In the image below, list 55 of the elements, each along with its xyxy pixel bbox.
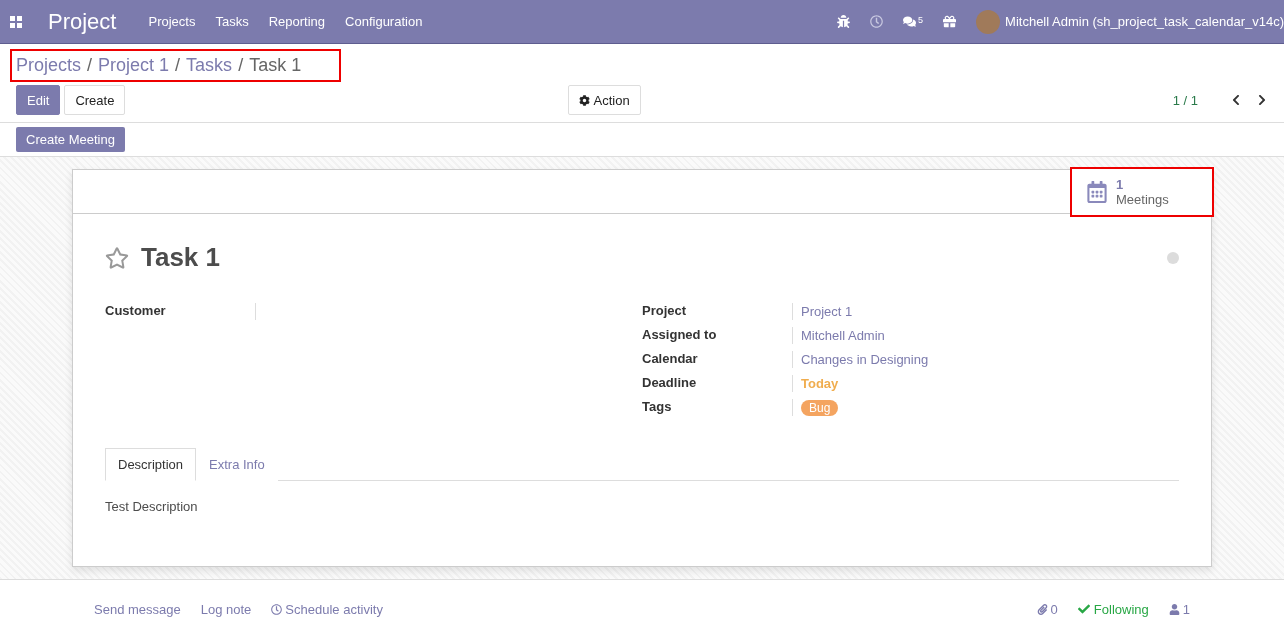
field-label: Customer: [105, 303, 167, 321]
log-note-link[interactable]: Log note: [200, 601, 252, 617]
meetings-button[interactable]: 1 Meetings: [1070, 167, 1214, 218]
deadline-value: Today: [801, 376, 839, 392]
breadcrumb-link[interactable]: Project 1: [98, 55, 170, 77]
send-message-link[interactable]: Send message: [94, 601, 181, 617]
field-label: Deadline: [642, 375, 698, 393]
apps-menu-icon[interactable]: [10, 15, 22, 28]
app-title: Project: [48, 8, 117, 35]
field-link[interactable]: Mitchell Admin: [801, 328, 885, 344]
pager-value: 1 / 1: [1172, 92, 1198, 108]
field-link[interactable]: Changes in Designing: [801, 352, 929, 368]
field-label: Assigned to: [642, 327, 718, 345]
create-button[interactable]: Create: [64, 85, 126, 116]
menu-item[interactable]: Projects: [148, 14, 196, 30]
clock-icon: [271, 603, 283, 615]
status-dot[interactable]: [1167, 251, 1179, 264]
followers-link[interactable]: 1: [1168, 601, 1190, 617]
meetings-count: 1: [1116, 177, 1124, 193]
previous-icon[interactable]: [1230, 94, 1242, 107]
breadcrumb-separator: /: [175, 55, 181, 77]
clock-icon[interactable]: [870, 15, 884, 29]
breadcrumb-link[interactable]: Tasks: [186, 55, 233, 77]
check-icon: [1077, 603, 1090, 616]
field-label: Project: [642, 303, 688, 321]
menu-item[interactable]: Tasks: [215, 14, 249, 30]
tab[interactable]: Description: [105, 448, 197, 482]
current-page-title: Task 1: [249, 55, 302, 77]
star-icon[interactable]: [105, 245, 129, 270]
user-icon: [1168, 603, 1180, 615]
menu-item[interactable]: Configuration: [345, 14, 423, 30]
menu-item[interactable]: Reporting: [268, 14, 326, 30]
description-text: Test Description: [105, 499, 199, 515]
following-link[interactable]: Following: [1077, 601, 1149, 617]
schedule-activity-link[interactable]: Schedule activity: [271, 601, 383, 617]
tag: Bug: [801, 399, 839, 416]
create-meeting-button[interactable]: Create Meeting: [16, 127, 125, 153]
next-icon[interactable]: [1256, 94, 1268, 107]
calendar-icon: [1086, 181, 1108, 204]
field-link[interactable]: Project 1: [801, 304, 853, 320]
edit-button[interactable]: Edit: [16, 85, 61, 116]
field-label: Calendar: [642, 351, 699, 369]
breadcrumb-separator: /: [87, 55, 93, 77]
breadcrumb-link[interactable]: Projects: [16, 55, 82, 77]
breadcrumb-separator: /: [238, 55, 244, 77]
meetings-label: Meetings: [1116, 192, 1169, 208]
paperclip-icon: [1036, 603, 1048, 615]
task-title: Task 1: [141, 242, 220, 274]
gift-icon[interactable]: [943, 15, 957, 29]
action-button[interactable]: Action: [567, 85, 641, 116]
field-label: Tags: [642, 399, 673, 417]
user-name[interactable]: Mitchell Admin (sh_project_task_calendar_v14c): [1005, 14, 1284, 30]
gear-icon: [578, 94, 590, 106]
attachments-link[interactable]: 0: [1036, 601, 1058, 617]
bug-icon[interactable]: [837, 15, 851, 29]
